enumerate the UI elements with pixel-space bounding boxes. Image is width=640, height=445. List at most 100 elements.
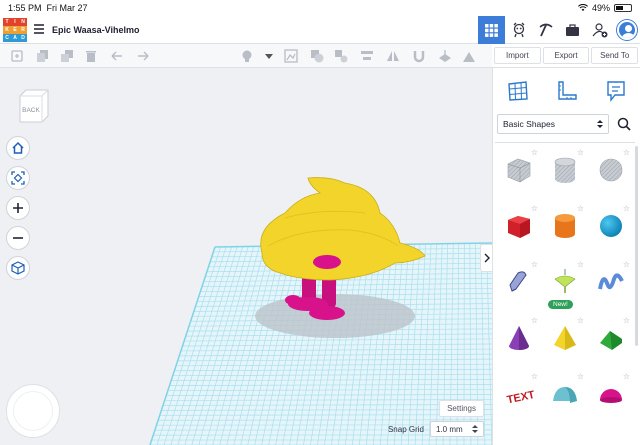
ruler-icon[interactable]	[462, 49, 476, 63]
chevron-right-icon	[484, 253, 490, 263]
zoom-out-button[interactable]	[6, 226, 30, 250]
blocks-button[interactable]	[505, 16, 532, 44]
duck-cheek[interactable]	[313, 255, 341, 269]
add-user-icon	[592, 23, 607, 38]
shape-half-cylinder[interactable]: ☆	[543, 369, 587, 423]
list-icon[interactable]	[34, 24, 44, 34]
logo-letter: K	[3, 26, 11, 34]
add-user-button[interactable]	[586, 16, 613, 44]
shape-text[interactable]: TEXT ☆	[497, 369, 541, 423]
bricks-button[interactable]	[532, 16, 559, 44]
settings-button[interactable]: Settings	[439, 400, 484, 417]
workplane-grid[interactable]	[0, 68, 492, 445]
import-export-bar: Import Export Send To	[492, 44, 640, 68]
favorite-star-icon[interactable]: ☆	[531, 260, 538, 269]
grid-view-icon	[485, 23, 498, 37]
notes-tab-icon[interactable]	[604, 79, 628, 103]
orbit-joystick[interactable]	[6, 384, 60, 438]
align-icon[interactable]	[360, 49, 374, 63]
logo-letter: I	[11, 18, 19, 26]
shape-cylinder[interactable]: ☆	[543, 201, 587, 255]
ruler-tab-icon[interactable]	[555, 79, 579, 103]
user-avatar-button[interactable]	[613, 16, 640, 44]
logo-letter: N	[19, 18, 27, 26]
mirror-icon[interactable]	[386, 49, 400, 63]
tinkercad-logo[interactable]: TINKERCAD	[3, 18, 27, 42]
search-icon	[617, 117, 631, 131]
snap-grid-label: Snap Grid	[387, 425, 424, 434]
cylinder-hole-icon	[550, 155, 580, 190]
favorite-star-icon[interactable]: ☆	[623, 148, 630, 157]
shape-box[interactable]: ☆	[497, 201, 541, 255]
sphere-hole-icon	[596, 155, 626, 190]
shape-box-hole[interactable]: ☆	[497, 145, 541, 199]
snap-grid-select[interactable]: 1.0 mm	[430, 421, 484, 437]
lessons-button[interactable]	[559, 16, 586, 44]
shape-text-wave[interactable]: ☆	[589, 257, 633, 311]
box-hole-icon	[504, 155, 534, 190]
3d-view-button[interactable]	[478, 16, 505, 44]
half-sphere-icon	[596, 379, 626, 414]
favorite-star-icon[interactable]: ☆	[623, 316, 630, 325]
project-title[interactable]: Epic Waasa-Vihelmo	[52, 25, 140, 35]
favorite-star-icon[interactable]: ☆	[623, 204, 630, 213]
redo-icon[interactable]	[136, 49, 150, 63]
cube-icon	[11, 261, 25, 275]
shape-cone[interactable]: ☆	[497, 313, 541, 367]
workplane-grid-tab-icon[interactable]	[506, 79, 530, 103]
workplane-icon[interactable]	[438, 49, 452, 63]
shape-new-shape[interactable]: ☆ New!	[543, 257, 587, 311]
zoom-in-button[interactable]	[6, 196, 30, 220]
battery-percent: 49%	[591, 3, 610, 13]
favorite-star-icon[interactable]: ☆	[577, 148, 584, 157]
fit-view-icon	[11, 171, 25, 185]
shape-category-select[interactable]: Basic Shapes	[497, 114, 609, 134]
perspective-button[interactable]	[6, 256, 30, 280]
import-button[interactable]: Import	[494, 47, 541, 64]
favorite-star-icon[interactable]: ☆	[577, 204, 584, 213]
view-cube[interactable]: BACK	[16, 88, 50, 124]
logo-letter: C	[3, 34, 11, 42]
shape-pyramid[interactable]: ☆	[543, 313, 587, 367]
shape-sphere[interactable]: ☆	[589, 201, 633, 255]
new-shape-icon[interactable]	[10, 49, 24, 63]
box-icon	[504, 211, 534, 246]
export-button[interactable]: Export	[542, 47, 590, 64]
favorite-star-icon[interactable]: ☆	[531, 316, 538, 325]
collapse-panel-button[interactable]	[480, 244, 492, 272]
undo-icon[interactable]	[110, 49, 124, 63]
svg-text:TEXT: TEXT	[506, 388, 534, 406]
light-bulb-icon[interactable]	[240, 49, 254, 63]
status-time-date: 1:55 PM Fri Mar 27	[8, 3, 88, 13]
shape-cylinder-hole[interactable]: ☆	[543, 145, 587, 199]
shape-scribble[interactable]: ☆	[497, 257, 541, 311]
send-to-button[interactable]: Send To	[591, 47, 639, 64]
search-shapes-button[interactable]	[613, 114, 635, 134]
favorite-star-icon[interactable]: ☆	[577, 372, 584, 381]
shape-sphere-hole[interactable]: ☆	[589, 145, 633, 199]
favorite-star-icon[interactable]: ☆	[623, 372, 630, 381]
shape-roof[interactable]: ☆	[589, 313, 633, 367]
dropdown-arrow-icon[interactable]	[262, 49, 276, 63]
favorite-star-icon[interactable]: ☆	[531, 372, 538, 381]
magnet-icon[interactable]	[412, 49, 426, 63]
roof-icon	[596, 323, 626, 358]
favorite-star-icon[interactable]: ☆	[531, 148, 538, 157]
favorite-star-icon[interactable]: ☆	[531, 204, 538, 213]
cruise-icon[interactable]	[284, 49, 298, 63]
copy-icon[interactable]	[36, 49, 50, 63]
logo-letter: D	[19, 34, 27, 42]
favorite-star-icon[interactable]: ☆	[623, 260, 630, 269]
panel-scrollbar[interactable]	[635, 146, 638, 346]
favorite-star-icon[interactable]: ☆	[577, 260, 584, 269]
favorite-star-icon[interactable]: ☆	[577, 316, 584, 325]
home-view-button[interactable]	[6, 136, 30, 160]
ungroup-icon[interactable]	[334, 49, 348, 63]
workplane-canvas[interactable]: BACK Settings Snap Grid 1.0 mm	[0, 68, 492, 445]
shape-half-sphere[interactable]: ☆	[589, 369, 633, 423]
duplicate-icon[interactable]	[60, 49, 74, 63]
fit-view-button[interactable]	[6, 166, 30, 190]
scribble-icon	[504, 267, 534, 302]
group-icon[interactable]	[310, 49, 324, 63]
delete-icon[interactable]	[84, 49, 98, 63]
